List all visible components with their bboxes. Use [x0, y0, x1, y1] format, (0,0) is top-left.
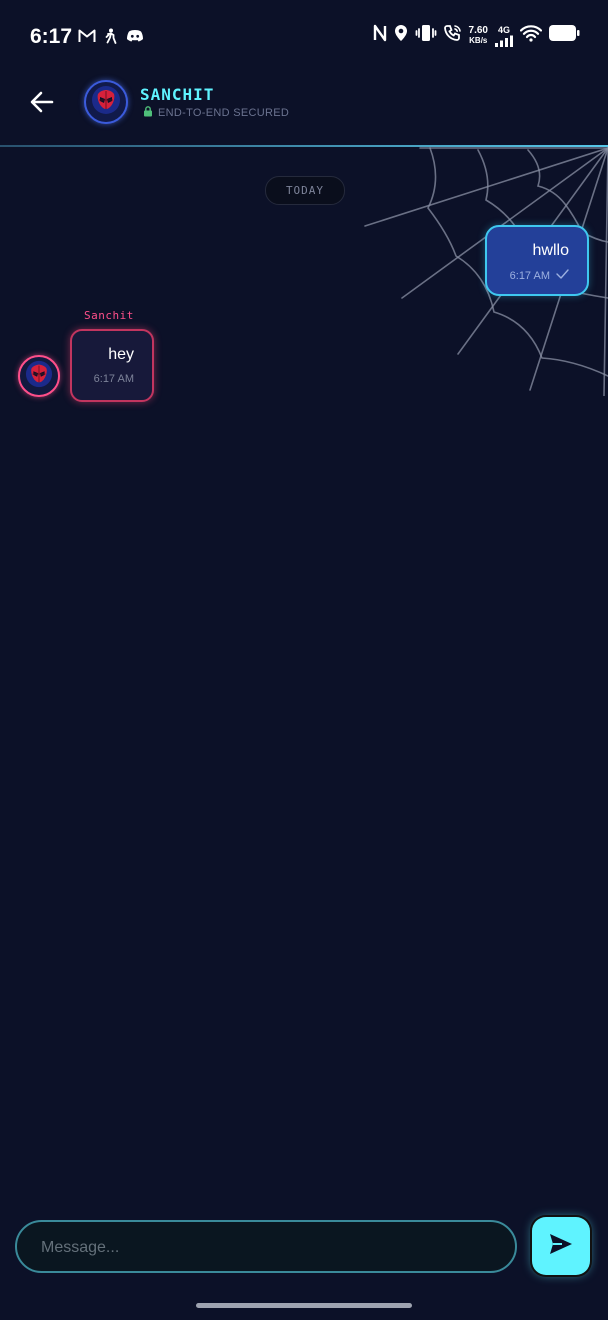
discord-icon	[126, 29, 144, 48]
net-speed-unit: KB/s	[469, 35, 488, 45]
battery-icon	[548, 24, 580, 47]
arrow-left-icon	[28, 88, 56, 121]
outgoing-message-bubble[interactable]: hwllo 6:17 AM	[485, 225, 589, 296]
check-icon	[556, 269, 569, 282]
chat-header: SANCHIT END-TO-END SECURED	[0, 76, 608, 146]
wifi-icon	[519, 24, 543, 47]
message-input[interactable]	[39, 1222, 503, 1273]
back-button[interactable]	[24, 86, 60, 122]
date-divider: TODAY	[265, 176, 345, 205]
net-speed-value: 7.60	[468, 24, 488, 36]
accessibility-icon	[104, 28, 118, 49]
security-label: END-TO-END SECURED	[158, 107, 290, 119]
incoming-message-bubble[interactable]: hey 6:17 AM	[70, 329, 154, 402]
gmail-icon	[78, 29, 96, 48]
spiderman-mask-icon	[91, 85, 121, 120]
home-indicator[interactable]	[196, 1303, 412, 1308]
vibrate-icon	[415, 24, 437, 47]
network-type: 4G	[497, 24, 510, 35]
send-button[interactable]	[532, 1217, 590, 1275]
net-speed: 7.60 KB/s	[468, 24, 488, 46]
status-bar: 6:17 7.60 KB/s 4G	[0, 0, 608, 76]
status-right-icons: 7.60 KB/s 4G	[373, 24, 580, 47]
wifi-calling-icon	[443, 24, 463, 47]
message-time: 6:17 AM	[509, 269, 550, 282]
spiderman-mask-icon	[25, 360, 53, 393]
message-text: hwllo	[532, 242, 569, 259]
sender-avatar[interactable]	[18, 355, 60, 397]
status-left-icons	[78, 28, 144, 49]
message-text: hey	[108, 346, 134, 363]
contact-name[interactable]: SANCHIT	[140, 85, 214, 104]
contact-avatar[interactable]	[84, 80, 128, 124]
cell-signal-icon: 4G	[494, 25, 514, 47]
encryption-status: END-TO-END SECURED	[143, 106, 289, 120]
message-time: 6:17 AM	[93, 373, 134, 385]
location-icon	[393, 24, 409, 47]
lock-icon	[143, 106, 153, 120]
message-meta: 6:17 AM	[510, 269, 569, 282]
sender-name: Sanchit	[84, 309, 134, 322]
nfc-icon	[373, 24, 387, 47]
send-icon	[548, 1232, 574, 1261]
status-time: 6:17	[30, 25, 73, 48]
message-composer	[15, 1220, 517, 1273]
